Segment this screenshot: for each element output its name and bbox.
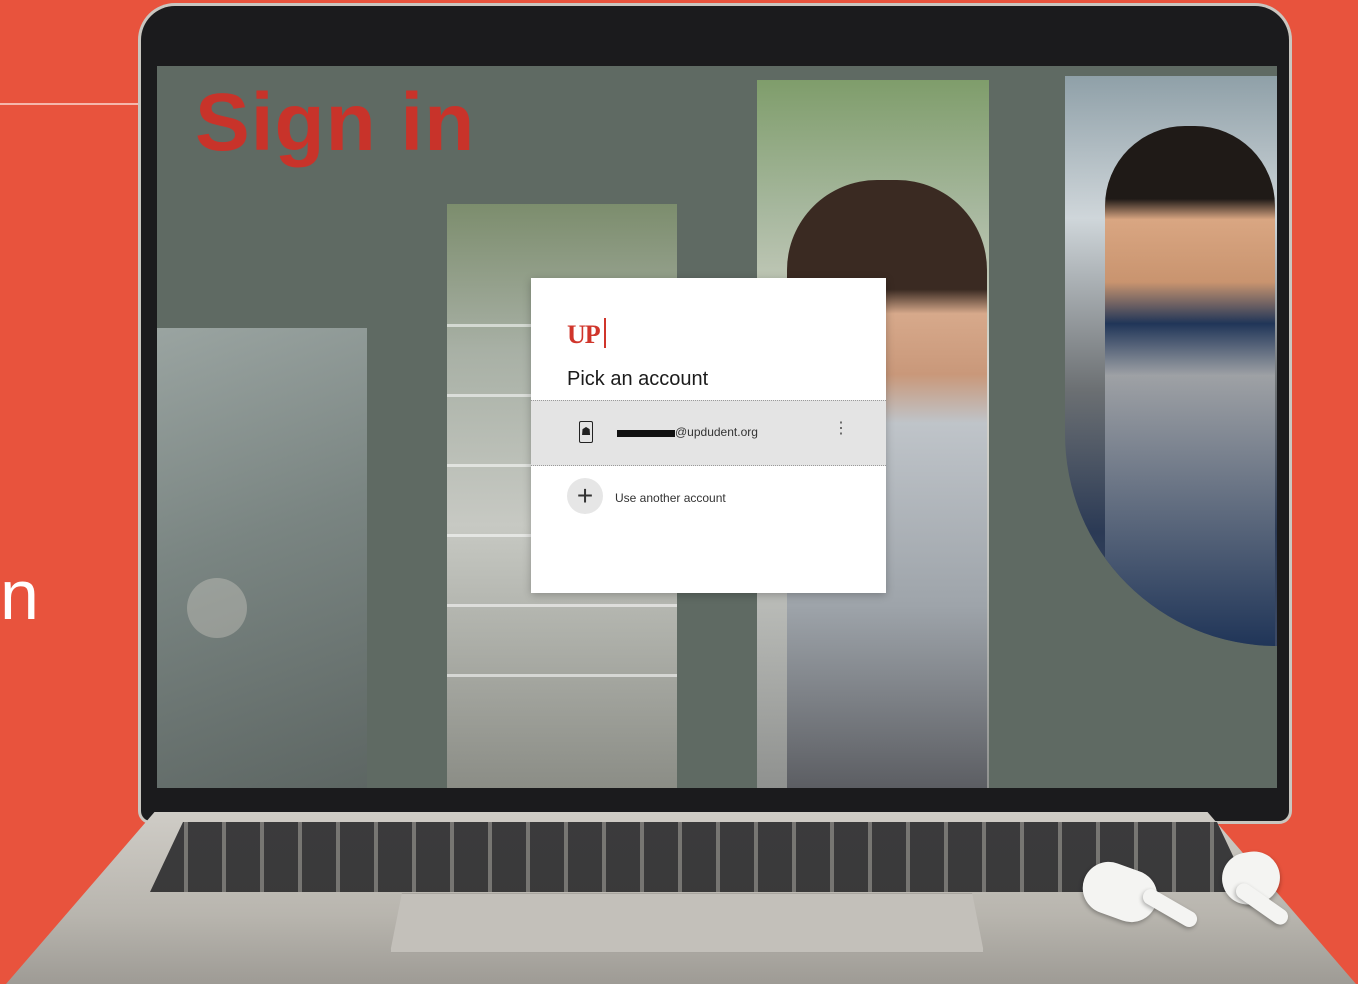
stair-line — [447, 604, 677, 607]
account-option[interactable]: ☗ @updudent.org ⋮ — [531, 400, 886, 466]
vertical-ellipsis-icon[interactable]: ⋮ — [833, 421, 849, 437]
plus-icon[interactable]: + — [567, 478, 603, 514]
redacted-username — [617, 430, 675, 437]
laptop: Sign in UP Pick an account ☗ @updudent.o… — [0, 0, 1358, 984]
account-picker-dialog: UP Pick an account ☗ @updudent.org ⋮ + U… — [531, 278, 886, 593]
logo-bar — [604, 318, 606, 348]
bokeh-light — [187, 578, 247, 638]
laptop-trackpad — [390, 893, 984, 953]
dialog-title: Pick an account — [567, 368, 709, 390]
student-man-figure — [1105, 126, 1275, 646]
badge-icon: ☗ — [579, 421, 593, 443]
up-logo: UP — [567, 320, 601, 349]
laptop-screen: Sign in UP Pick an account ☗ @updudent.o… — [157, 66, 1277, 788]
stair-line — [447, 674, 677, 677]
background-photo-student-man — [1065, 76, 1277, 646]
use-another-account-link[interactable]: Use another account — [615, 491, 726, 505]
account-email: @updudent.org — [675, 425, 758, 439]
sign-in-heading: Sign in — [195, 77, 476, 168]
background-photo-wall — [157, 328, 367, 788]
